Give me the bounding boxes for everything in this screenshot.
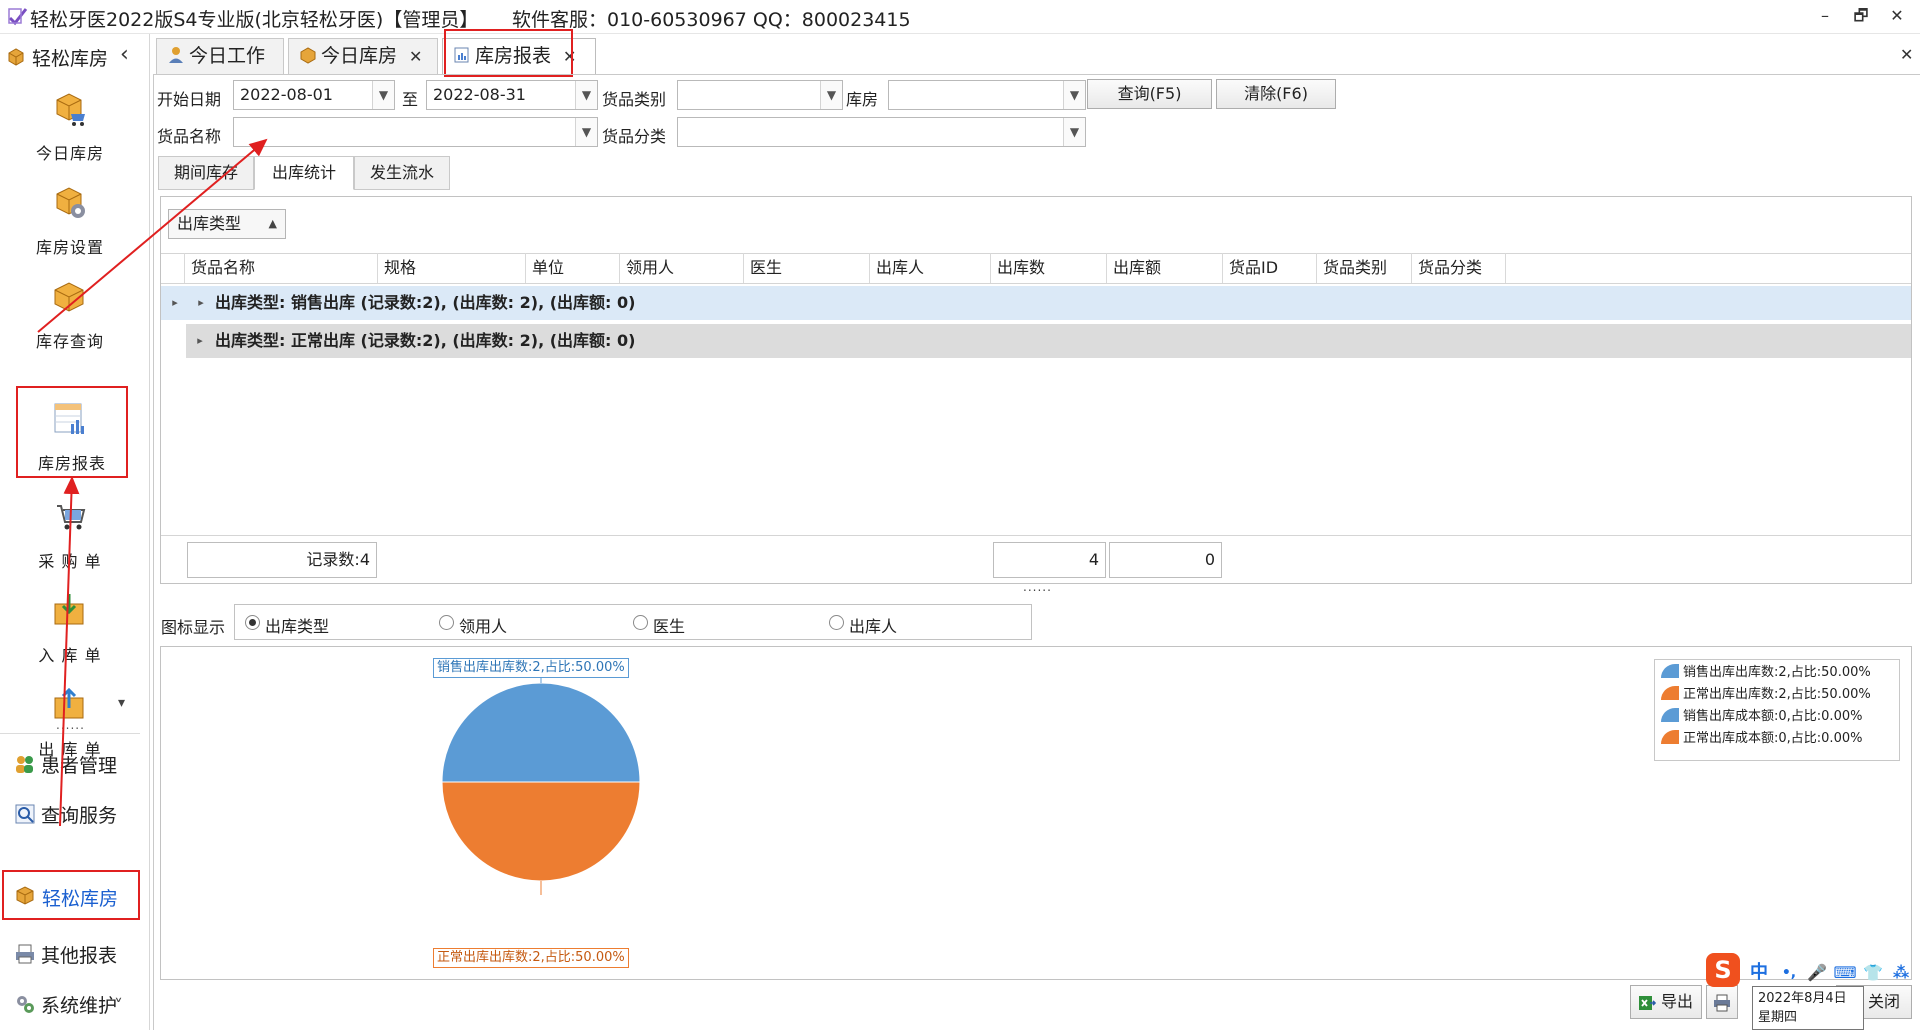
annotation-arrow [37,138,268,333]
annotation-arrow [59,476,80,827]
annotation-arrows [37,138,268,827]
